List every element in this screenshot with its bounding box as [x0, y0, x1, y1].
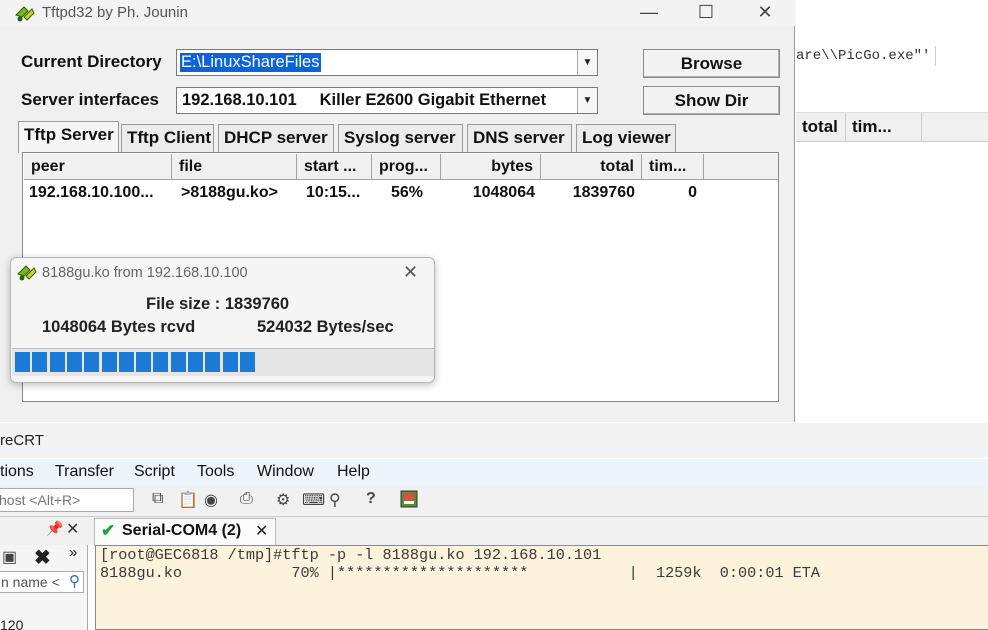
session-tab-label: Serial-COM4 (2): [122, 522, 242, 539]
server-interfaces-value: 192.168.10.101 Killer E2600 Gigabit Ethe…: [182, 91, 547, 109]
tftpd-app-icon: [16, 262, 38, 282]
progress-segment: [136, 352, 152, 372]
tab-tftp-client[interactable]: Tftp Client: [121, 124, 214, 152]
menu-options[interactable]: tions: [0, 463, 34, 481]
close-icon[interactable]: ✕: [66, 519, 79, 539]
securecrt-toolbar: [0, 486, 988, 516]
browse-button[interactable]: Browse: [643, 49, 780, 78]
cell-start: 10:15...: [306, 184, 361, 201]
tab-log-viewer[interactable]: Log viewer: [576, 124, 676, 152]
column-peer[interactable]: peer: [24, 154, 172, 180]
column-bytes[interactable]: bytes: [441, 154, 541, 180]
current-directory-combo[interactable]: E:\LinuxShareFiles ▼: [176, 49, 598, 76]
progress-segment: [66, 352, 82, 372]
server-interfaces-combo[interactable]: 192.168.10.101 Killer E2600 Gigabit Ethe…: [176, 87, 598, 114]
tab-dns-server[interactable]: DNS server: [467, 124, 572, 152]
cell-peer: 192.168.10.100...: [29, 184, 154, 201]
securecrt-title: reCRT: [0, 432, 44, 449]
session-tab-close-icon[interactable]: ✕: [255, 521, 268, 541]
tftpd-app-icon: [14, 3, 36, 23]
find-icon[interactable]: ◉: [204, 490, 218, 510]
progress-segment: [84, 352, 100, 372]
terminal-line: 8188gu.ko 70% |********************* | 1…: [100, 564, 821, 582]
cell-bytes: 1048064: [472, 184, 535, 201]
progress-segment: [101, 352, 117, 372]
minimize-button[interactable]: —: [620, 0, 678, 26]
print-icon[interactable]: ⎙: [240, 490, 253, 508]
terminal-line: [root@GEC6818 /tmp]#tftp -p -l 8188gu.ko…: [100, 546, 602, 564]
dialog-close-button[interactable]: ✕: [403, 262, 418, 283]
column-start[interactable]: start ...: [297, 154, 372, 180]
menu-window[interactable]: Window: [257, 463, 314, 481]
transfer-rate-text: 524032 Bytes/sec: [257, 318, 394, 336]
menu-tools[interactable]: Tools: [197, 463, 234, 481]
progress-segment: [222, 352, 238, 372]
keymap-icon[interactable]: ⌨: [302, 490, 325, 510]
paste-icon[interactable]: 📋: [178, 490, 198, 510]
session-filter-text: n name <: [1, 574, 60, 590]
current-directory-label: Current Directory: [21, 52, 162, 71]
cell-progress: 56%: [391, 184, 424, 201]
current-directory-value: E:\LinuxShareFiles: [180, 53, 321, 72]
show-dir-button[interactable]: Show Dir: [643, 86, 780, 115]
progress-segment: [32, 352, 48, 372]
session-filter-input[interactable]: n name < ⚲: [0, 571, 84, 593]
cell-time: 0: [688, 184, 697, 201]
menu-transfer[interactable]: Transfer: [55, 463, 114, 481]
progress-segment: [188, 352, 203, 372]
tab-syslog-server[interactable]: Syslog server: [338, 124, 463, 152]
progress-segment: [153, 352, 169, 372]
background-column-time: tim...: [846, 113, 922, 141]
column-progress[interactable]: prog...: [372, 154, 441, 180]
checkmark-icon: ✔: [101, 521, 116, 540]
progress-segment: [15, 352, 30, 372]
key-icon[interactable]: ⚲: [329, 490, 341, 510]
column-time[interactable]: tim...: [642, 154, 704, 180]
progress-segment: [170, 352, 186, 372]
delete-icon[interactable]: ✖: [34, 545, 51, 570]
menu-help[interactable]: Help: [337, 463, 370, 481]
copy-icon[interactable]: ⧉: [152, 490, 163, 508]
progress-segment: [205, 352, 221, 372]
menu-script[interactable]: Script: [134, 463, 175, 481]
search-icon[interactable]: ⚲: [69, 572, 80, 590]
cell-file: >8188gu.ko>: [181, 184, 278, 201]
session-list-item[interactable]: 120: [0, 617, 23, 630]
progress-segment: [118, 352, 134, 372]
background-column-total: total: [796, 113, 846, 141]
chevron-down-icon[interactable]: ▼: [577, 88, 597, 113]
sftp-icon[interactable]: [400, 490, 418, 508]
background-text: are\\PicGo.exe"': [796, 48, 931, 64]
progress-segment: [49, 352, 65, 372]
chevron-down-icon[interactable]: ▼: [577, 50, 597, 75]
progress-segment: [239, 352, 255, 372]
gear-icon[interactable]: ⚙: [276, 490, 290, 510]
session-toolbar-icon[interactable]: ▣: [2, 547, 17, 567]
tab-tftp-server[interactable]: Tftp Server: [18, 121, 119, 153]
dialog-title: 8188gu.ko from 192.168.10.100: [42, 265, 248, 281]
column-file[interactable]: file: [172, 154, 297, 180]
maximize-button[interactable]: ☐: [677, 0, 735, 26]
tab-dhcp-server[interactable]: DHCP server: [218, 124, 334, 152]
cell-total: 1839760: [572, 184, 635, 201]
pin-icon[interactable]: 📌: [46, 520, 63, 537]
close-button[interactable]: ✕: [736, 0, 794, 26]
securecrt-titlebar: [0, 423, 988, 458]
tftpd-window-title: Tftpd32 by Ph. Jounin: [42, 4, 188, 21]
quick-connect-input[interactable]: host <Alt+R>: [0, 488, 134, 512]
server-interfaces-label: Server interfaces: [21, 90, 159, 109]
column-filler: [704, 154, 778, 180]
help-icon[interactable]: ?: [366, 490, 376, 508]
bytes-received-text: 1048064 Bytes rcvd: [42, 318, 196, 336]
file-size-text: File size : 1839760: [146, 295, 290, 313]
column-total[interactable]: total: [541, 154, 642, 180]
chevron-right-icon[interactable]: »: [69, 544, 77, 561]
